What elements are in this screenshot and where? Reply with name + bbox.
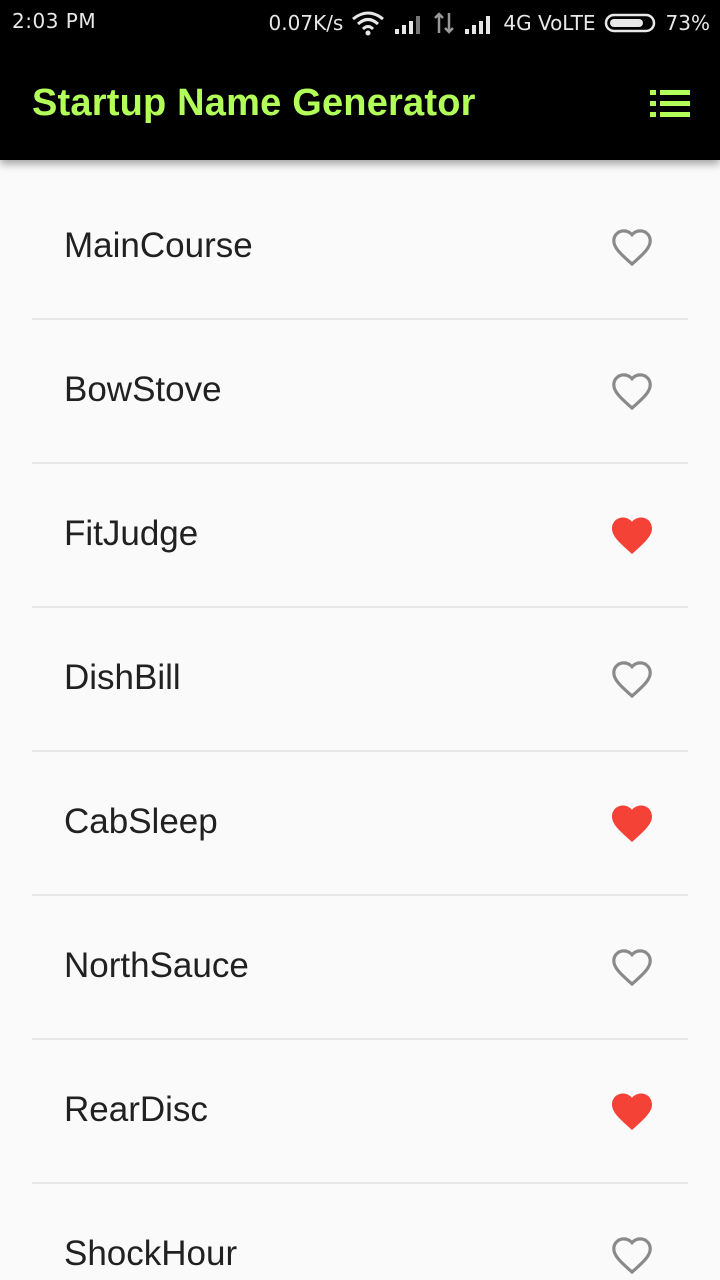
saved-list-button[interactable] — [644, 86, 696, 122]
data-transfer-icon — [433, 11, 455, 35]
signal-icon — [393, 11, 425, 35]
status-bar: 2:03 PM 0.07K/s 4G VoLTE 73% — [0, 0, 720, 48]
list-item-label: BowStove — [64, 370, 222, 409]
heart-filled-icon[interactable] — [610, 802, 654, 846]
battery-level: 73% — [665, 11, 710, 35]
list-item-label: CabSleep — [64, 802, 218, 841]
list-item-label: RearDisc — [64, 1090, 208, 1129]
list-item[interactable]: FitJudge — [0, 464, 720, 608]
heart-outline-icon[interactable] — [610, 226, 654, 270]
name-list: MainCourse BowStove FitJudge DishBill Ca… — [0, 176, 720, 1280]
list-item[interactable]: RearDisc — [0, 1040, 720, 1184]
list-item-label: ShockHour — [64, 1234, 238, 1273]
list-item[interactable]: BowStove — [0, 320, 720, 464]
list-item[interactable]: DishBill — [0, 608, 720, 752]
signal-icon-2 — [463, 11, 495, 35]
list-item[interactable]: NorthSauce — [0, 896, 720, 1040]
list-item-label: MainCourse — [64, 226, 253, 265]
net-speed: 0.07K/s — [268, 11, 344, 35]
app-bar: Startup Name Generator — [0, 48, 720, 160]
heart-outline-icon[interactable] — [610, 1234, 654, 1278]
heart-outline-icon[interactable] — [610, 946, 654, 990]
heart-outline-icon[interactable] — [610, 658, 654, 702]
list-item-label: NorthSauce — [64, 946, 249, 985]
status-time: 2:03 PM — [12, 9, 97, 33]
heart-filled-icon[interactable] — [610, 514, 654, 558]
list-item[interactable]: ShockHour — [0, 1184, 720, 1280]
list-item-label: DishBill — [64, 658, 181, 697]
wifi-icon — [351, 10, 385, 36]
network-type: 4G VoLTE — [503, 11, 596, 35]
heart-filled-icon[interactable] — [610, 1090, 654, 1134]
list-item[interactable]: CabSleep — [0, 752, 720, 896]
status-right: 0.07K/s 4G VoLTE 73% — [269, 9, 710, 37]
list-item[interactable]: MainCourse — [0, 176, 720, 320]
app-title: Startup Name Generator — [32, 82, 476, 124]
heart-outline-icon[interactable] — [610, 370, 654, 414]
battery-icon — [604, 12, 658, 34]
app-screen: 2:03 PM 0.07K/s 4G VoLTE 73% Startup Nam… — [0, 0, 720, 1280]
list-item-label: FitJudge — [64, 514, 199, 553]
list-icon — [650, 90, 690, 117]
